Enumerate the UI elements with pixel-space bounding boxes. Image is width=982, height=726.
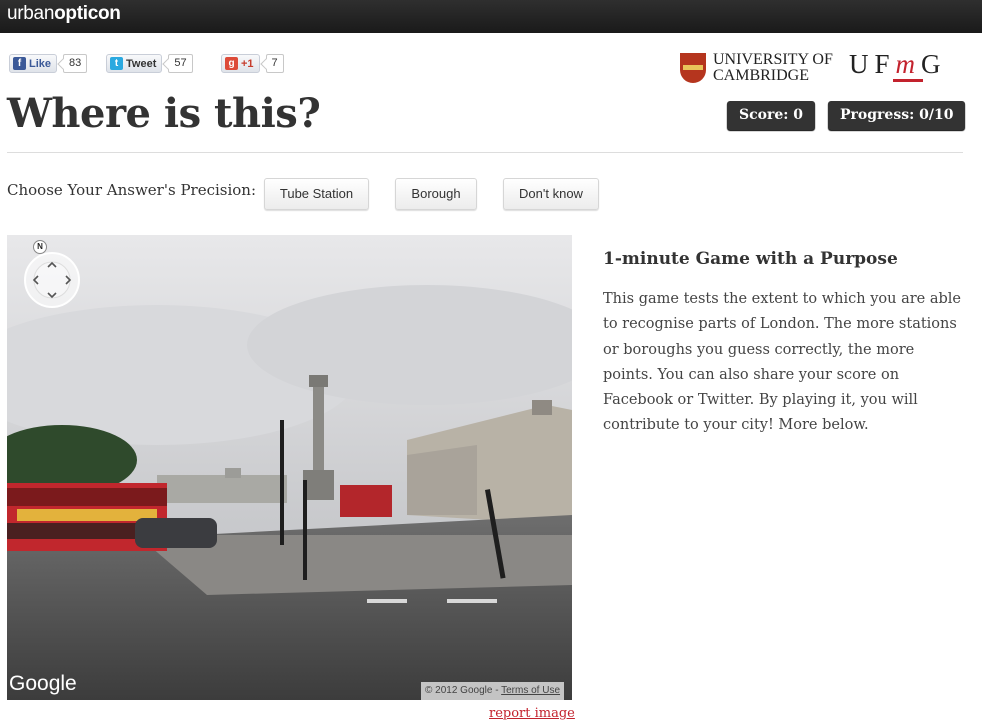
cambridge-logo[interactable]: UNIVERSITY OF CAMBRIDGE [680, 52, 833, 84]
header-divider [7, 152, 963, 153]
brand-logo[interactable]: urbanopticon [7, 3, 121, 25]
pan-control[interactable] [16, 251, 89, 309]
tweet-widget: t Tweet 57 [106, 54, 193, 73]
map-attribution: © 2012 Google - Terms of Use [421, 682, 565, 700]
tube-station-button[interactable]: Tube Station [264, 178, 369, 210]
brand-light: urban [7, 3, 55, 24]
cambridge-line2: CAMBRIDGE [713, 67, 810, 84]
google-plus-widget: g +1 7 [221, 54, 284, 73]
facebook-icon: f [13, 57, 26, 70]
dont-know-button[interactable]: Don't know [503, 178, 599, 210]
top-bar: urbanopticon [0, 0, 982, 33]
google-plus-icon: g [225, 57, 238, 70]
street-scene-image [7, 235, 572, 700]
street-view-panorama[interactable] [7, 235, 572, 700]
sidebar-heading: 1-minute Game with a Purpose [603, 249, 898, 269]
google-plus-count: 7 [265, 54, 284, 73]
google-logo[interactable]: Google [9, 672, 77, 696]
ufmg-letter-g: G [921, 49, 947, 79]
compass-north-icon[interactable]: N [33, 240, 47, 254]
google-plus-label: +1 [241, 57, 254, 70]
tweet-label: Tweet [126, 57, 157, 70]
score-badge: Score: 0 [727, 101, 816, 130]
terms-of-use-link[interactable]: Terms of Use [501, 685, 560, 696]
ufmg-letter-f: F [874, 49, 896, 79]
facebook-like-count: 83 [63, 54, 88, 73]
ufmg-letter-m: m [895, 49, 922, 79]
tweet-count: 57 [168, 54, 193, 73]
ufmg-logo[interactable]: UFmG [849, 49, 947, 80]
precision-label: Choose Your Answer's Precision: [7, 181, 257, 199]
report-image-link[interactable]: report image [489, 706, 575, 721]
page-title: Where is this? [7, 90, 321, 137]
borough-button[interactable]: Borough [395, 178, 477, 210]
sidebar-description: This game tests the extent to which you … [603, 291, 961, 434]
cambridge-line1: UNIVERSITY OF [713, 51, 833, 68]
brand-bold: opticon [54, 3, 121, 24]
ufmg-underline [893, 79, 923, 82]
copyright-text: © 2012 Google - [425, 685, 502, 696]
facebook-like-button[interactable]: f Like [9, 54, 58, 73]
cambridge-shield-icon [680, 53, 706, 83]
facebook-like-label: Like [29, 57, 52, 70]
twitter-bird-icon: t [110, 57, 123, 70]
tweet-button[interactable]: t Tweet [106, 54, 163, 73]
ufmg-letter-u: U [849, 49, 875, 79]
facebook-like-widget: f Like 83 [9, 54, 88, 73]
google-plus-button[interactable]: g +1 [221, 54, 260, 73]
progress-badge: Progress: 0/10 [828, 101, 966, 130]
